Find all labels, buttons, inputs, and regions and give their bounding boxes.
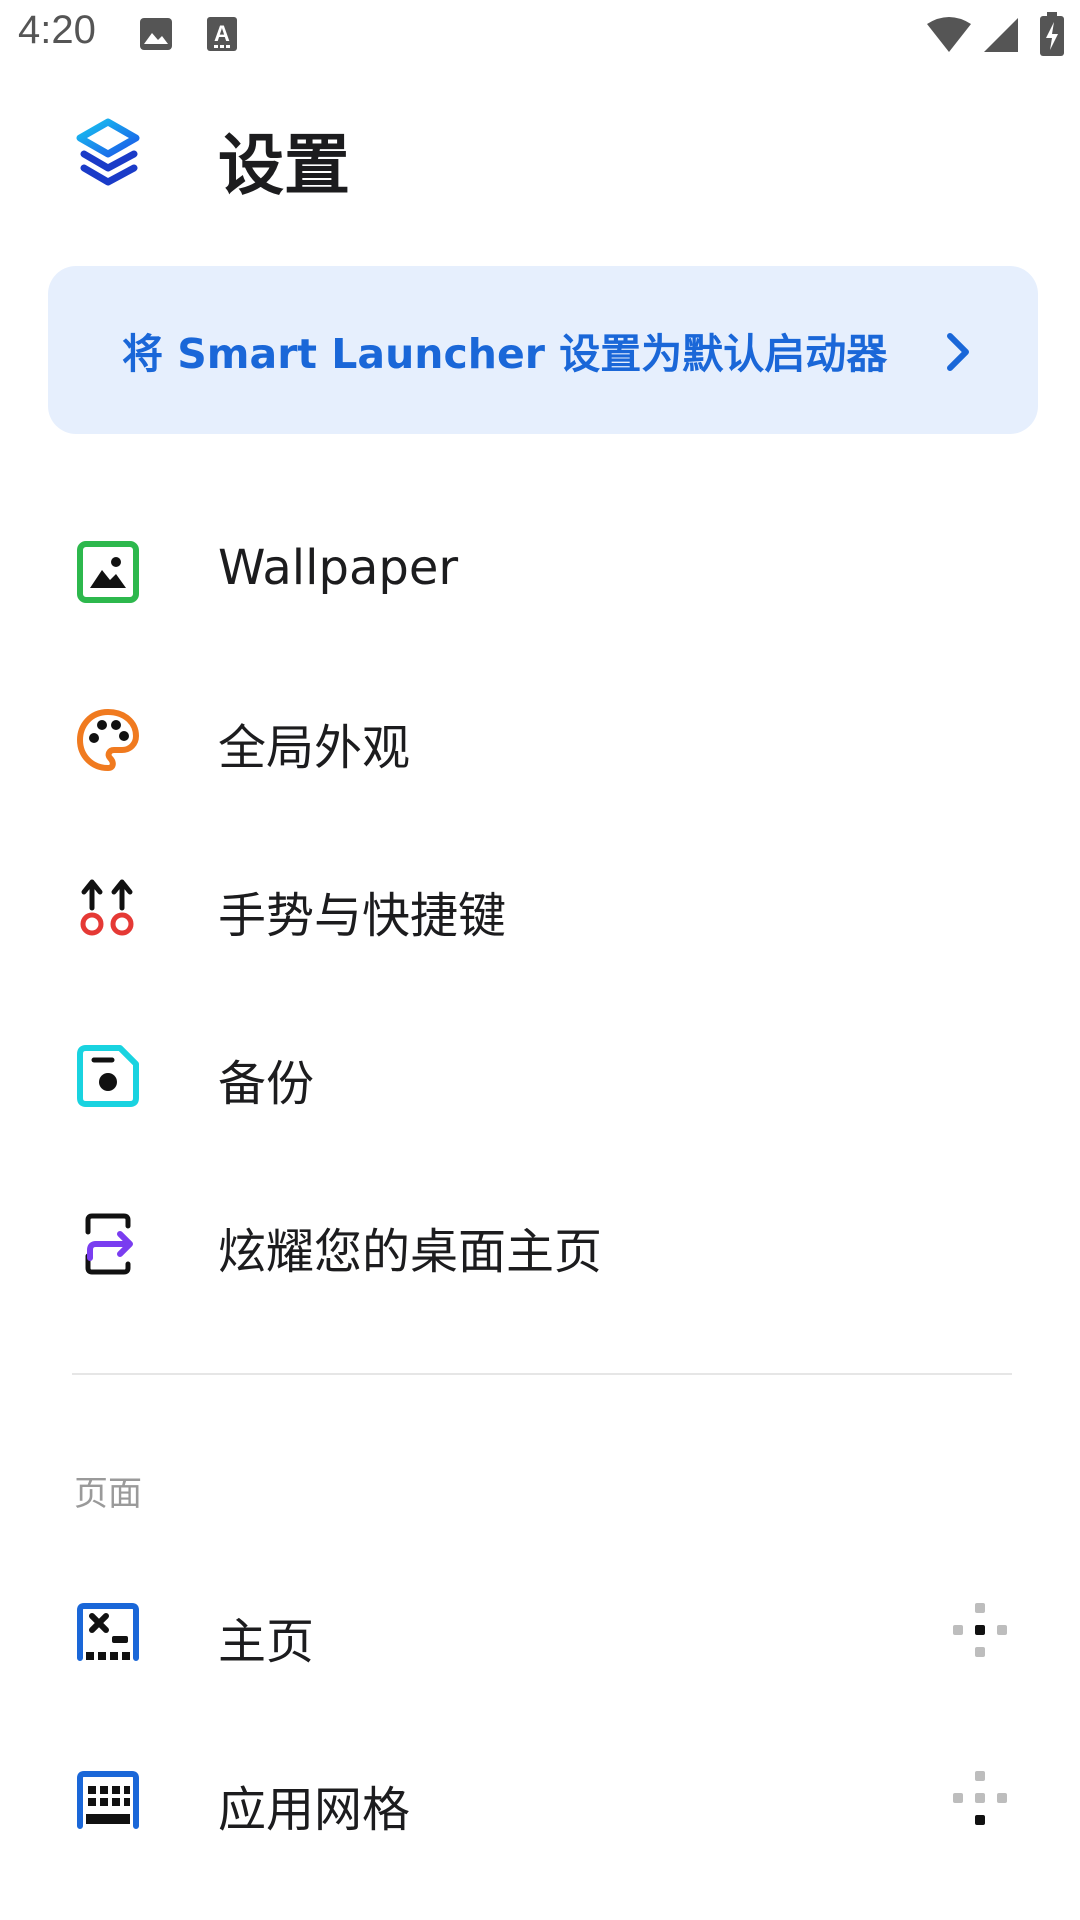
- menu-item-label: 应用网格: [218, 1782, 411, 1838]
- palette-icon: [77, 709, 139, 771]
- gestures-icon: [80, 879, 134, 936]
- battery-charging-icon: [1040, 12, 1064, 56]
- menu-item-show-off-homescreen[interactable]: 炫耀您的桌面主页: [0, 1158, 1080, 1326]
- menu-item-homepage[interactable]: 主页: [0, 1548, 1080, 1716]
- menu-item-label: 手势与快捷键: [218, 888, 507, 944]
- dpad-center-icon: [953, 1603, 1007, 1657]
- keyboard-a-icon: A: [207, 17, 237, 51]
- app-grid-icon: [77, 1771, 139, 1829]
- page-title: 设置: [218, 127, 350, 204]
- banner-text: 将 Smart Launcher 设置为默认启动器: [122, 330, 888, 378]
- dpad-down-icon: [953, 1771, 1007, 1825]
- menu-item-global-appearance[interactable]: 全局外观: [0, 654, 1080, 822]
- status-time: 4:20: [18, 8, 96, 52]
- menu-item-label: 炫耀您的桌面主页: [218, 1224, 603, 1280]
- signal-icon: [984, 18, 1018, 52]
- set-default-launcher-banner[interactable]: 将 Smart Launcher 设置为默认启动器: [48, 266, 1038, 434]
- svg-text:A: A: [214, 21, 230, 46]
- menu-item-label: Wallpaper: [218, 540, 459, 596]
- menu-item-app-grid[interactable]: 应用网格: [0, 1716, 1080, 1884]
- share-icon: [85, 1213, 133, 1275]
- divider: [72, 1373, 1012, 1375]
- wallpaper-icon: [77, 541, 139, 603]
- menu-item-label: 主页: [218, 1614, 315, 1670]
- smart-launcher-logo: [76, 118, 140, 186]
- menu-item-backup[interactable]: 备份: [0, 990, 1080, 1158]
- wifi-icon: [927, 17, 971, 52]
- menu-item-label: 备份: [218, 1056, 315, 1112]
- backup-icon: [77, 1045, 139, 1107]
- section-header-pages: 页面: [74, 1474, 142, 1514]
- menu-item-gestures-shortcuts[interactable]: 手势与快捷键: [0, 822, 1080, 990]
- chevron-right-icon: [947, 333, 969, 371]
- homepage-icon: [77, 1603, 139, 1661]
- header: 设置: [0, 96, 1080, 216]
- image-icon: [140, 18, 172, 50]
- menu-item-label: 全局外观: [218, 720, 411, 776]
- menu-item-wallpaper[interactable]: Wallpaper: [0, 486, 1080, 654]
- status-bar: 4:20 A: [0, 0, 1080, 72]
